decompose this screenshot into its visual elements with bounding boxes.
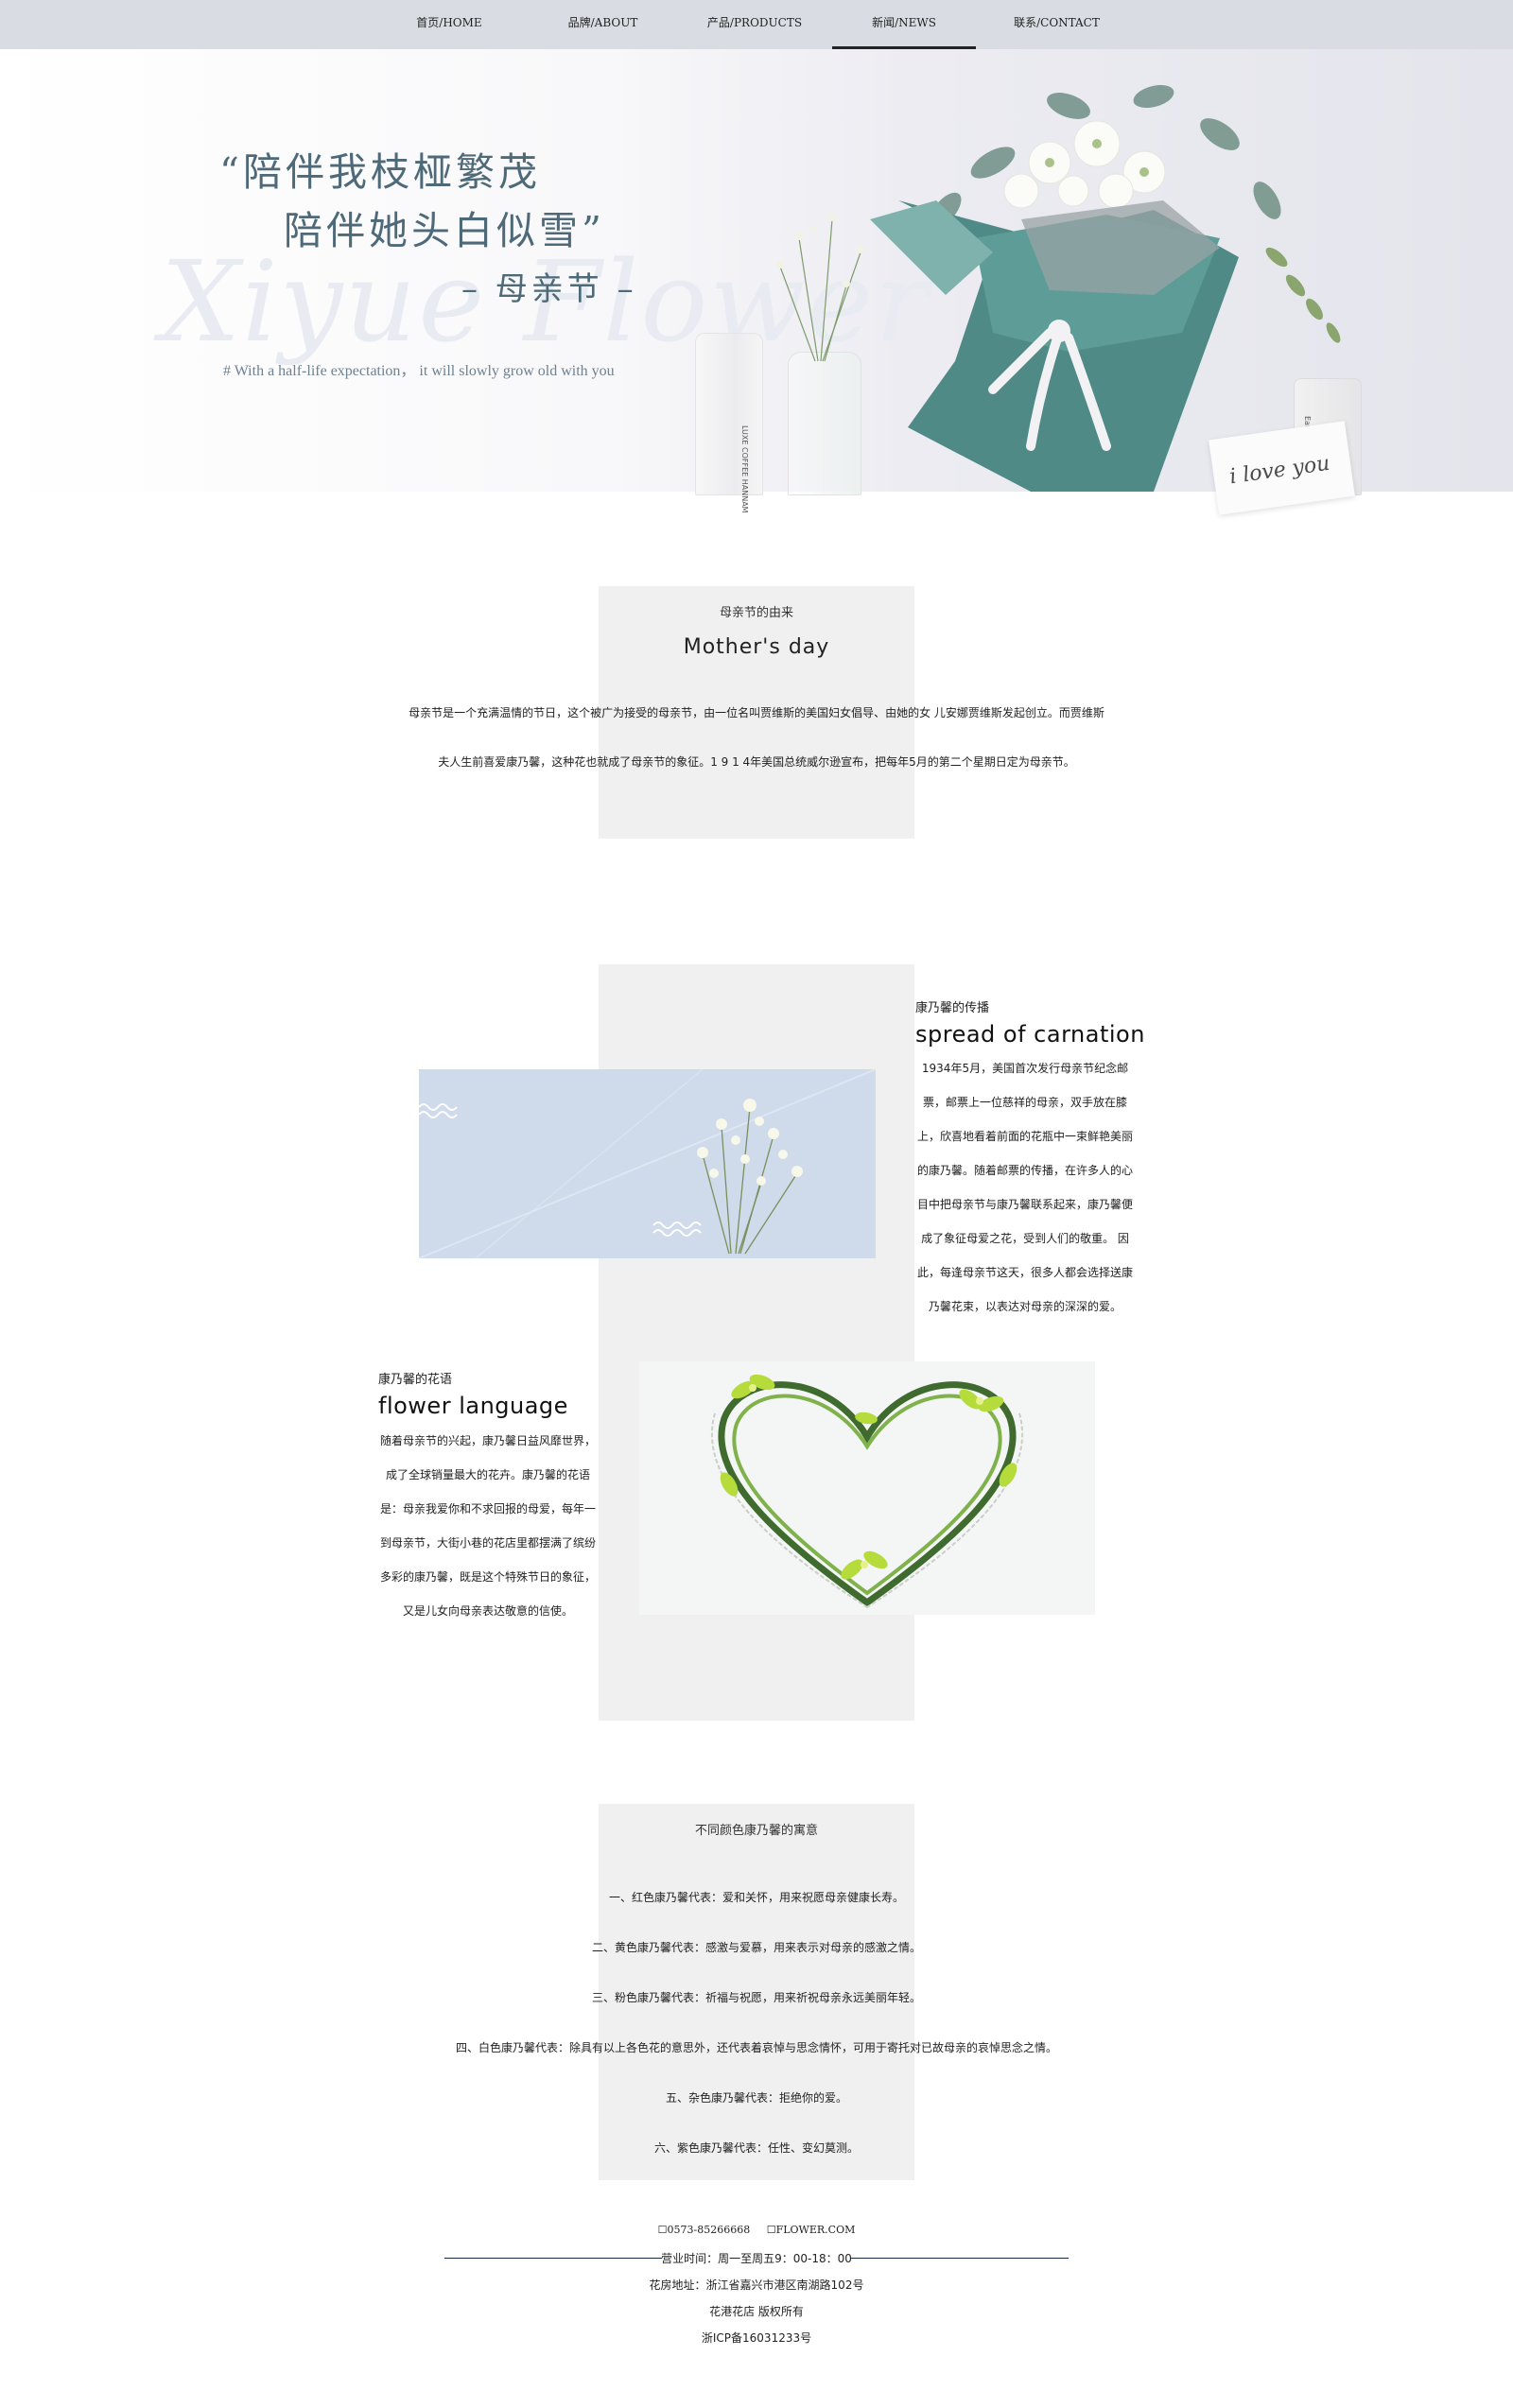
language-line: 多彩的康乃馨，既是这个特殊节日的象征，	[379, 1570, 596, 1584]
spread-small-heading: 康乃馨的传播	[915, 1001, 990, 1015]
nav-item-about[interactable]: 品牌/ABOUT	[548, 0, 657, 49]
globe-icon: ☐	[766, 2224, 776, 2236]
footer-hours: 营业时间：周一至周五9：00-18：00	[661, 2252, 852, 2265]
nav-item-news[interactable]: 新闻/NEWS	[832, 0, 976, 49]
language-line: 到母亲节，大街小巷的花店里都摆满了缤纷	[379, 1536, 596, 1550]
language-paragraph: 随着母亲节的兴起，康乃馨日益风靡世界， 成了全球销量最大的花卉。康乃馨的花语 是…	[376, 1424, 600, 1628]
footer-phone[interactable]: 0573-85266668	[668, 2224, 751, 2236]
nav-item-contact[interactable]: 联系/CONTACT	[998, 0, 1116, 49]
hero-quote-line2: 陪伴她头白似雪”	[284, 208, 605, 253]
language-line: 是：母亲我爱你和不求回报的母爱，每年一	[379, 1502, 596, 1516]
spread-line: 乃馨花束，以表达对母亲的深深的爱。	[928, 1300, 1122, 1313]
spread-line: 此，每逢母亲节这天，很多人都会选择送康	[916, 1266, 1133, 1279]
spread-paragraph: 1934年5月，美国首次发行母亲节纪念邮 票，邮票上一位慈祥的母亲，双手放在膝 …	[913, 1051, 1137, 1324]
footer-address: 花房地址：浙江省嘉兴市港区南湖路102号	[649, 2278, 864, 2292]
carnation-color-item: 一、红色康乃馨代表：爱和关怀，用来祝愿母亲健康长寿。	[608, 1891, 904, 1904]
carnation-color-item: 六、紫色康乃馨代表：任性、变幻莫测。	[653, 2141, 859, 2155]
carnation-color-item: 三、粉色康乃馨代表：祈福与祝愿，用来祈祝母亲永远美丽年轻。	[591, 1991, 921, 2004]
carnation-colors-heading: 不同颜色康乃馨的寓意	[694, 1824, 818, 1838]
nav-item-products[interactable]: 产品/PRODUCTS	[693, 0, 816, 49]
top-nav: 首页/HOME 品牌/ABOUT 产品/PRODUCTS 新闻/NEWS 联系/…	[0, 0, 1513, 49]
mothers-day-paragraph-line: 母亲节是一个充满温情的节日，这个被广为接受的母亲节，由一位名叫贾维斯的美国妇女倡…	[409, 706, 1104, 719]
mothers-day-title: Mother's day	[683, 635, 830, 659]
spread-line: 目中把母亲节与康乃馨联系起来，康乃馨便	[916, 1198, 1133, 1211]
language-title: flower language	[378, 1393, 568, 1419]
language-line: 随着母亲节的兴起，康乃馨日益风靡世界，	[379, 1434, 596, 1447]
hero-bouquet-image	[776, 84, 1341, 492]
babys-breath-image	[419, 1069, 876, 1258]
spread-line: 成了象征母爱之花，受到人们的敬重。 因	[921, 1232, 1129, 1245]
language-small-heading: 康乃馨的花语	[378, 1373, 453, 1387]
mothers-day-paragraph-line: 夫人生前喜爱康乃馨，这种花也就成了母亲节的象征。1 9 1 4年美国总统威尔逊宣…	[438, 755, 1075, 769]
language-line: 成了全球销量最大的花卉。康乃馨的花语	[385, 1468, 590, 1481]
footer-contact: ☐0573-85266668 ☐FLOWER.COM	[0, 2224, 1513, 2236]
heart-wreath-image	[639, 1361, 1095, 1615]
footer-website[interactable]: FLOWER.COM	[776, 2224, 856, 2236]
footer-copyright: 花港花店 版权所有	[709, 2305, 804, 2318]
footer-icp[interactable]: 浙ICP备16031233号	[0, 2330, 1513, 2346]
spread-line: 1934年5月，美国首次发行母亲节纪念邮	[921, 1062, 1129, 1075]
phone-icon: ☐	[657, 2224, 668, 2236]
spread-title: spread of carnation	[915, 1021, 1145, 1048]
nav-item-home[interactable]: 首页/HOME	[402, 0, 496, 49]
carnation-color-item: 四、白色康乃馨代表：除具有以上各色花的意思外，还代表着哀悼与思念情怀，可用于寄托…	[455, 2041, 1057, 2054]
spread-line: 票，邮票上一位慈祥的母亲，双手放在膝	[922, 1096, 1127, 1109]
spread-line: 的康乃馨。随着邮票的传播，在许多人的心	[916, 1164, 1133, 1177]
hero-quote-line1: “陪伴我枝桠繁茂	[219, 149, 541, 195]
mothers-day-origin-heading: 母亲节的由来	[719, 606, 793, 620]
hero-subtitle: # With a half-life expectation， it will …	[223, 363, 615, 379]
hero-quote-line3: – 母亲节 –	[461, 270, 637, 308]
carnation-color-item: 二、黄色康乃馨代表：感激与爱慕，用来表示对母亲的感激之情。	[591, 1941, 921, 1954]
carnation-color-item: 五、杂色康乃馨代表：拒绝你的爱。	[665, 2091, 847, 2105]
language-line: 又是儿女向母亲表达敬意的信使。	[402, 1604, 573, 1618]
spread-line: 上，欣喜地看着前面的花瓶中一束鲜艳美丽	[916, 1130, 1133, 1143]
